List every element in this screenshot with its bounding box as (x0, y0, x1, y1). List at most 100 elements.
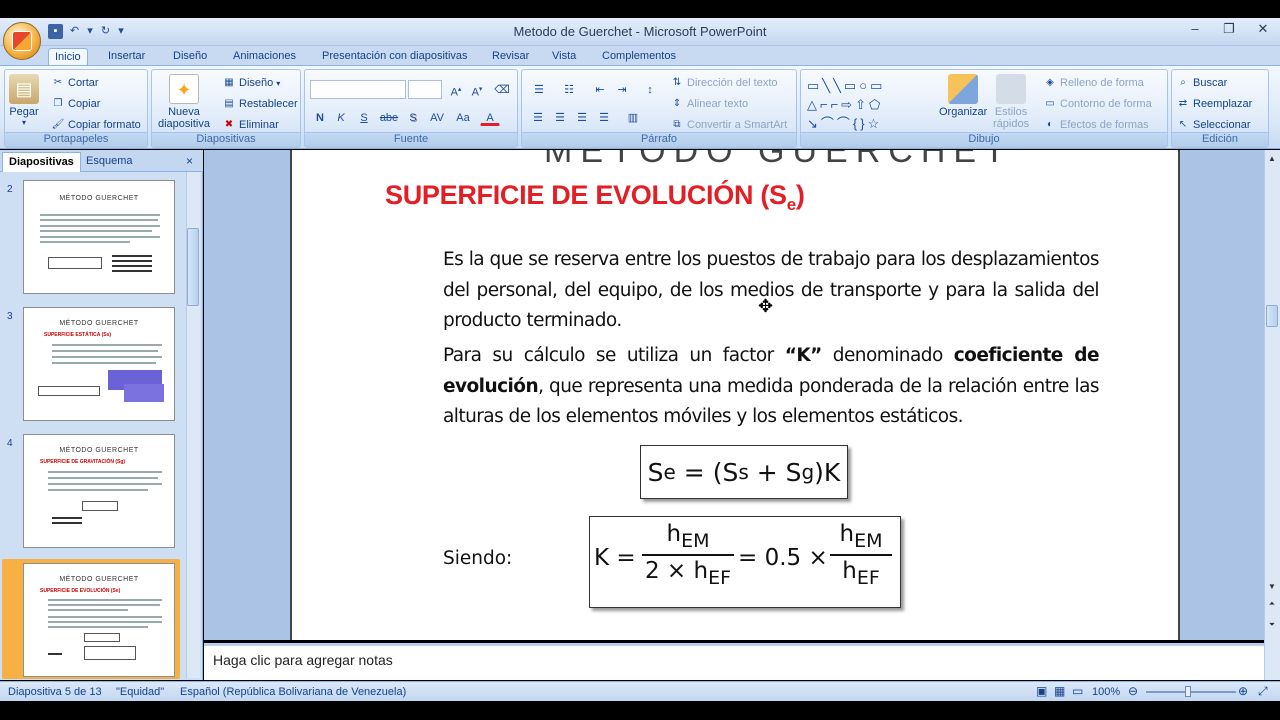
grow-font-icon[interactable]: A▴ (446, 80, 466, 99)
zoom-in-icon[interactable]: ⊕ (1238, 684, 1248, 698)
smartart-button[interactable]: ⧉ Convertir a SmartArt (670, 118, 787, 132)
tab-vista[interactable]: Vista (546, 48, 582, 66)
format-painter-button[interactable]: 🖌 Copiar formato (51, 118, 141, 132)
thumb-title: MÉTODO GUERCHET (59, 447, 139, 454)
text-direction-label: Dirección del texto (687, 77, 778, 89)
replace-button[interactable]: ⇄ Reemplazar (1176, 97, 1253, 111)
shrink-font-icon[interactable]: A▾ (467, 80, 487, 99)
scroll-up-icon[interactable]: ▲ (1266, 152, 1278, 166)
slideshow-view-icon[interactable]: ▭ (1072, 684, 1083, 698)
decrease-indent-icon[interactable]: ⇤ (590, 80, 610, 98)
outline-icon: ▭ (1045, 98, 1055, 109)
justify-icon[interactable]: ☰ (594, 108, 614, 126)
reset-button[interactable]: ▤ Restablecer (222, 97, 297, 111)
slide-thumbnail-4[interactable]: MÉTODO GUERCHET SUPERFICIE DE GRAVITACIÓ… (23, 434, 175, 548)
increase-indent-icon[interactable]: ⇥ (612, 80, 632, 98)
zoom-slider-thumb[interactable] (1185, 686, 1191, 697)
slide-paragraph-2[interactable]: Para su cálculo se utiliza un factor “K”… (443, 341, 1100, 433)
notes-placeholder[interactable]: Haga clic para agregar notas (213, 652, 393, 668)
close-button[interactable]: ✕ (1246, 18, 1280, 40)
effects-icon: ◐ (1046, 119, 1054, 130)
zoom-level[interactable]: 100% (1092, 686, 1120, 698)
slide-title[interactable]: SUPERFICIE DE EVOLUCIÓN (Se) (385, 180, 805, 215)
quick-styles-button[interactable]: Estilos rápidos (993, 74, 1029, 130)
underline-button[interactable]: S (354, 108, 374, 126)
line-spacing-icon[interactable]: ↕ (638, 80, 662, 98)
shape-fill-button[interactable]: ◈ Relleno de forma (1043, 76, 1144, 90)
bullets-icon[interactable]: ☰ (526, 80, 552, 98)
restore-button[interactable]: ❐ (1212, 18, 1246, 40)
align-left-icon[interactable]: ☰ (528, 108, 548, 126)
f1-lhs: S (647, 457, 664, 487)
layout-button[interactable]: ▦ Diseño ▾ (222, 76, 280, 90)
align-center-icon[interactable]: ☰ (550, 108, 570, 126)
paste-button[interactable]: ▤ Pegar ▾ (9, 74, 39, 127)
close-pane-icon[interactable]: × (180, 152, 199, 172)
font-color-button[interactable]: A (480, 108, 500, 126)
next-slide-icon[interactable]: ⏷ (1266, 618, 1278, 632)
group-label-portapapeles: Portapapeles (5, 132, 147, 147)
status-language[interactable]: Español (República Bolivariana de Venezu… (180, 686, 406, 698)
scroll-down-icon[interactable]: ▼ (1266, 580, 1278, 594)
tab-presentacion[interactable]: Presentación con diapositivas (316, 48, 474, 66)
select-button[interactable]: ↖ Seleccionar (1176, 118, 1251, 132)
change-case-button[interactable]: Aa (451, 108, 475, 126)
font-size-field[interactable] (408, 80, 442, 99)
office-button[interactable] (3, 22, 41, 60)
formula-k-coefficient[interactable]: K = hEM 2 × hEF = 0.5 × hEM hEF (589, 516, 901, 608)
tab-esquema[interactable]: Esquema (80, 152, 138, 172)
align-right-icon[interactable]: ☰ (572, 108, 592, 126)
slide-title-close: ) (795, 180, 805, 210)
bold-button[interactable]: N (310, 108, 330, 126)
f2-den: 2 × h (644, 558, 709, 584)
sorter-view-icon[interactable]: ▦ (1054, 684, 1065, 698)
numbering-icon[interactable]: ☷ (556, 80, 582, 98)
slides-pane-scroll-thumb[interactable] (187, 228, 199, 306)
f2-den2-sub: EF (856, 567, 880, 589)
shadow-button[interactable]: S (403, 108, 423, 126)
slide-thumbnail-2[interactable]: MÉTODO GUERCHET (23, 180, 175, 294)
arrange-button[interactable]: Organizar (939, 74, 987, 118)
slide-title-sub: e (786, 195, 796, 214)
slide-thumbnail-5[interactable]: MÉTODO GUERCHET SUPERFICIE DE EVOLUCIÓN … (23, 563, 175, 677)
columns-icon[interactable]: ▥ (620, 108, 646, 126)
align-text-button[interactable]: ⇕ Alinear texto (670, 97, 748, 111)
zoom-slider[interactable] (1146, 691, 1236, 693)
shape-effects-button[interactable]: ◐ Efectos de formas (1043, 118, 1149, 132)
tab-diseno[interactable]: Diseño (167, 48, 213, 66)
tab-inicio[interactable]: Inicio (48, 48, 88, 66)
font-family-field[interactable] (310, 80, 406, 99)
tab-revisar[interactable]: Revisar (486, 48, 535, 66)
minimize-button[interactable]: – (1178, 18, 1212, 40)
strike-button[interactable]: abe (377, 108, 401, 126)
normal-view-icon[interactable]: ▣ (1036, 684, 1047, 698)
text-direction-button[interactable]: ⇅ Dirección del texto (670, 76, 778, 90)
zoom-out-icon[interactable]: ⊖ (1128, 684, 1138, 698)
char-spacing-button[interactable]: AV (425, 108, 449, 126)
slide-thumbnail-3[interactable]: MÉTODO GUERCHET SUPERFICIE ESTÁTICA (Ss) (23, 307, 175, 421)
tab-insertar[interactable]: Insertar (102, 48, 151, 66)
new-slide-button[interactable]: ✦ Nueva diapositiva (158, 74, 210, 130)
f1-plus: + S (748, 457, 802, 487)
para2-k: “K” (784, 345, 823, 366)
slide-paragraph-1[interactable]: Es la que se reserva entre los puestos d… (443, 245, 1100, 337)
fit-slide-icon[interactable]: ⤢ (1258, 684, 1268, 699)
group-label-diapositivas: Diapositivas (152, 132, 300, 147)
formula-surface-evolution[interactable]: Se = (S s + Sg)K (640, 445, 848, 499)
slide-scroll-thumb[interactable] (1266, 305, 1278, 327)
f1-lhs-sub: e (663, 460, 676, 484)
shape-outline-button[interactable]: ▭ Contorno de forma (1043, 97, 1151, 111)
status-theme: "Equidad" (116, 686, 165, 698)
tab-diapositivas[interactable]: Diapositivas (2, 152, 81, 172)
clear-format-icon[interactable]: ⌫ (492, 80, 512, 98)
tab-complementos[interactable]: Complementos (596, 48, 682, 66)
shapes-gallery[interactable]: ▭╲╲▭○▭ △⌐⌐⇨⇧⬠ ↘⌒⌒{}☆ (807, 76, 927, 132)
previous-slide-icon[interactable]: ⏶ (1266, 597, 1278, 611)
italic-button[interactable]: K (331, 108, 351, 126)
find-button[interactable]: ⌕ Buscar (1176, 76, 1227, 90)
delete-slide-button[interactable]: ✖ Eliminar (222, 118, 279, 132)
copy-button[interactable]: ❐ Copiar (51, 97, 101, 111)
cut-button[interactable]: ✂ Cortar (51, 76, 99, 90)
shape-fill-label: Relleno de forma (1060, 77, 1144, 89)
tab-animaciones[interactable]: Animaciones (227, 48, 302, 66)
